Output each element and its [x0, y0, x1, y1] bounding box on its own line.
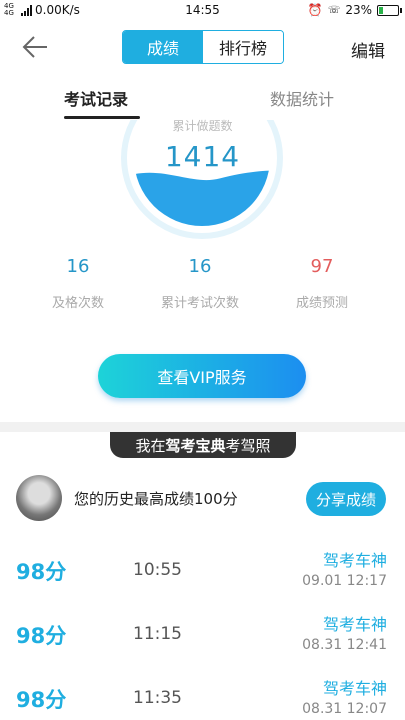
banner-prefix: 我在 [135, 436, 166, 455]
segmented-control: 成绩 排行榜 [122, 30, 284, 64]
record-title: 驾考车神 [322, 551, 387, 570]
record-score: 98分 [16, 560, 67, 584]
tab-ranking[interactable]: 排行榜 [203, 31, 283, 63]
gauge-value: 1414 [164, 140, 241, 173]
status-bar: 4G 4G 0.00K/s 14:55 ⏰ ☏ 23% [0, 0, 405, 22]
record-row[interactable]: 98分 11:15 驾考车神 08.31 12:41 [0, 606, 405, 670]
back-arrow-icon[interactable] [20, 34, 48, 60]
record-title: 驾考车神 [322, 615, 387, 634]
record-score: 98分 [16, 688, 67, 712]
header: 成绩 排行榜 编辑 [0, 22, 405, 72]
exam-count-label: 累计考试次数 [160, 296, 239, 311]
record-time: 11:35 [133, 688, 182, 708]
share-score-button[interactable]: 分享成绩 [306, 482, 386, 516]
record-time: 11:15 [133, 624, 182, 644]
record-date: 08.31 12:07 [302, 701, 387, 717]
pass-count-value: 16 [66, 256, 90, 277]
predict-label: 成绩预测 [295, 296, 348, 311]
section-divider [0, 422, 405, 432]
record-time: 10:55 [133, 560, 182, 580]
battery-icon [377, 4, 402, 16]
pass-count-label: 及格次数 [51, 296, 104, 311]
record-tabs: 考试记录 数据统计 [0, 76, 405, 120]
edit-button[interactable]: 编辑 [351, 37, 385, 62]
best-score-text: 您的历史最高成绩100分 [74, 490, 238, 508]
record-row[interactable]: 98分 10:55 驾考车神 09.01 12:17 [0, 542, 405, 606]
banner-suffix: 考驾照 [225, 436, 271, 455]
record-row[interactable]: 98分 11:35 驾考车神 08.31 12:07 [0, 670, 405, 720]
alarm-icon: ⏰ [307, 3, 323, 17]
brand-banner: 我在 驾考宝典 考驾照 [110, 432, 296, 458]
record-title: 驾考车神 [322, 679, 387, 698]
call-icon: ☏ [327, 4, 341, 16]
record-score: 98分 [16, 624, 67, 648]
vip-service-button[interactable]: 查看VIP服务 [98, 354, 306, 398]
predict-value: 97 [310, 256, 334, 277]
progress-wave [134, 170, 270, 226]
exam-count-value: 16 [188, 256, 212, 277]
tab-data-stats[interactable]: 数据统计 [270, 86, 334, 110]
battery-percent: 23% [345, 3, 372, 17]
tab-score[interactable]: 成绩 [123, 31, 203, 63]
gauge-label: 累计做题数 [172, 119, 233, 133]
record-date: 09.01 12:17 [302, 573, 387, 589]
tab-exam-record[interactable]: 考试记录 [64, 86, 128, 110]
banner-brand: 驾考宝典 [165, 436, 226, 455]
avatar[interactable] [16, 475, 62, 521]
record-date: 08.31 12:41 [302, 637, 387, 653]
